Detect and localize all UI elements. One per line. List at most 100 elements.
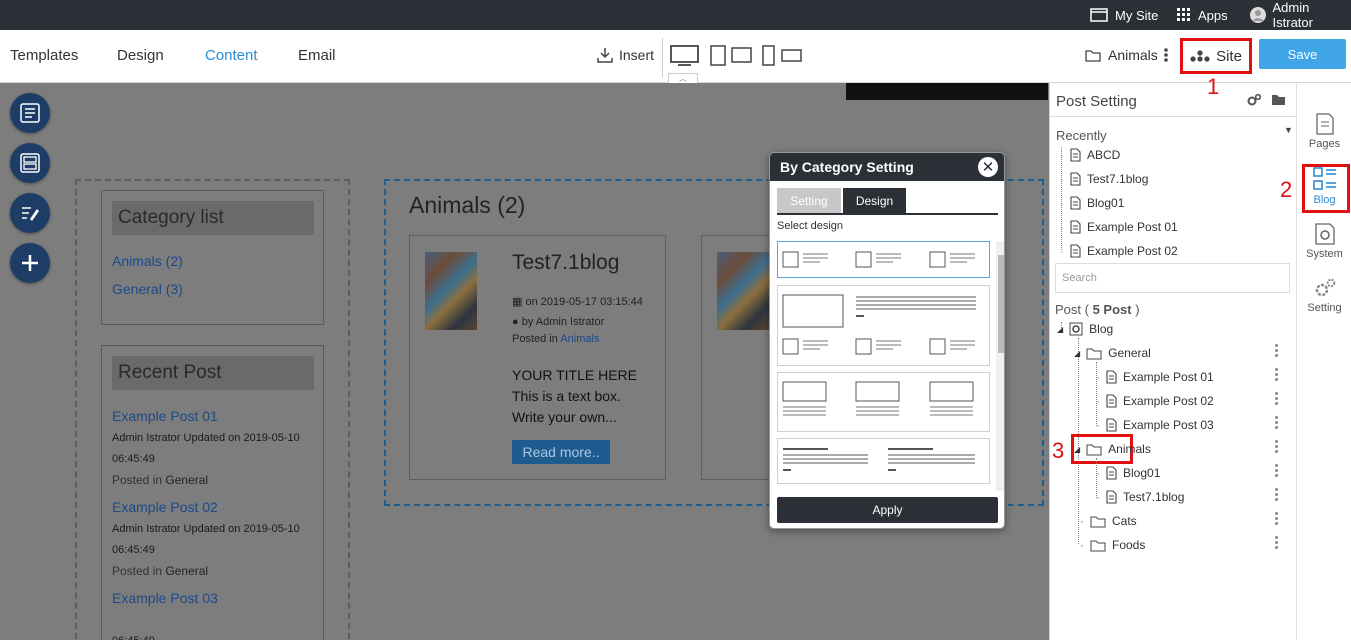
tree-label: Example Post 02: [1087, 244, 1178, 258]
tree-post-item[interactable]: · Test7.1blog: [1096, 488, 1184, 506]
rail-system[interactable]: System: [1297, 223, 1351, 260]
design-option-text-only[interactable]: [777, 438, 990, 484]
divider: [662, 38, 663, 78]
tree-post-item[interactable]: · Blog01: [1096, 464, 1160, 482]
tree-node-general[interactable]: ◢ General: [1074, 344, 1151, 362]
recent-post-link[interactable]: Example Post 01: [112, 408, 218, 424]
collapse-toggle-icon[interactable]: ◢: [1057, 325, 1063, 334]
tree-post-item[interactable]: · Example Post 02: [1060, 242, 1178, 260]
edit-content-button[interactable]: [10, 193, 50, 233]
post-category-link[interactable]: Animals: [560, 333, 599, 345]
document-icon: [1070, 220, 1081, 234]
tree-post-item[interactable]: · Blog01: [1060, 194, 1124, 212]
tree-post-item[interactable]: · Example Post 03: [1096, 416, 1214, 434]
tree-label: Example Post 02: [1123, 394, 1214, 408]
save-button[interactable]: Save: [1259, 39, 1346, 69]
tree-node-blog[interactable]: ◢ Blog: [1057, 320, 1113, 338]
category-link-animals[interactable]: Animals (2): [112, 253, 183, 269]
design-option-featured[interactable]: [777, 285, 990, 366]
tree-connector: ·: [1060, 148, 1064, 162]
current-category-crumb[interactable]: Animals: [1085, 47, 1158, 63]
folder-icon: [1086, 348, 1102, 359]
design-option-grid-3[interactable]: [777, 241, 990, 278]
list-icon: [20, 103, 40, 123]
insert-button[interactable]: Insert: [597, 47, 654, 63]
post-thumbnail[interactable]: [425, 252, 477, 330]
design-option-cards[interactable]: [777, 372, 990, 432]
row-menu-icon[interactable]: [1275, 416, 1279, 431]
category-list-widget[interactable]: Category list Animals (2) General (3): [101, 190, 324, 325]
read-more-button[interactable]: Read more..: [512, 440, 610, 464]
folder-open-icon[interactable]: [1271, 93, 1287, 107]
grid-icon: [1177, 8, 1190, 21]
recent-post-time: 06:45:49: [112, 631, 155, 640]
tab-templates[interactable]: Templates: [10, 30, 78, 83]
document-icon: [1070, 196, 1081, 210]
rail-setting[interactable]: Setting: [1297, 277, 1351, 314]
page-list-button[interactable]: [10, 93, 50, 133]
search-input[interactable]: Search: [1055, 263, 1290, 293]
category-link-general[interactable]: General (3): [112, 281, 183, 297]
site-button[interactable]: Site: [1180, 38, 1252, 74]
tree-post-item[interactable]: · Example Post 01: [1096, 368, 1214, 386]
layout-button[interactable]: [10, 143, 50, 183]
tree-connector: ·: [1060, 220, 1064, 234]
tablet-view-icon[interactable]: [710, 45, 754, 67]
post-thumbnail[interactable]: [717, 252, 769, 330]
add-section-button[interactable]: [10, 243, 50, 283]
tree-label: General: [1108, 346, 1151, 360]
my-site-link[interactable]: My Site: [1090, 0, 1158, 30]
recent-post-link[interactable]: Example Post 03: [112, 590, 218, 606]
desktop-view-icon[interactable]: [670, 45, 700, 67]
user-menu[interactable]: Admin Istrator: [1250, 0, 1351, 30]
mobile-view-icon[interactable]: [762, 45, 804, 67]
apps-link[interactable]: Apps: [1177, 0, 1228, 30]
dialog-title: By Category Setting: [780, 159, 914, 175]
row-menu-icon[interactable]: [1275, 440, 1279, 455]
post-title[interactable]: Test7.1blog: [512, 251, 619, 275]
rail-pages[interactable]: Pages: [1297, 113, 1351, 150]
blog-highlight: [1302, 164, 1350, 213]
tree-label: Blog01: [1123, 466, 1161, 480]
tab-design[interactable]: Design: [117, 30, 164, 83]
row-menu-icon[interactable]: [1275, 512, 1279, 527]
row-menu-icon[interactable]: [1275, 368, 1279, 383]
document-icon: [1106, 370, 1117, 384]
tree-node-cats[interactable]: · Cats: [1080, 512, 1137, 530]
settings-gears-icon[interactable]: [1246, 93, 1262, 107]
system-icon: [1314, 223, 1335, 245]
collapse-toggle-icon[interactable]: ◢: [1074, 445, 1080, 454]
annotation-number: 3: [1052, 438, 1065, 463]
document-icon: [1070, 172, 1081, 186]
annotation-number: 2: [1280, 177, 1293, 202]
close-icon[interactable]: ✕: [978, 157, 998, 177]
tab-setting[interactable]: Setting: [777, 188, 841, 213]
recent-post-link[interactable]: Example Post 02: [112, 499, 218, 515]
scrollbar-thumb[interactable]: [998, 255, 1004, 353]
collapse-toggle-icon[interactable]: ◢: [1074, 349, 1080, 358]
tree-node-foods[interactable]: · Foods: [1080, 536, 1145, 554]
design-list-scrollbar[interactable]: [996, 241, 1004, 491]
tree-post-item[interactable]: · Test7.1blog: [1060, 170, 1148, 188]
tab-content[interactable]: Content: [205, 30, 258, 83]
tree-post-item[interactable]: · Example Post 01: [1060, 218, 1178, 236]
tab-design[interactable]: Design: [843, 188, 906, 213]
by-category-setting-dialog[interactable]: By Category Setting ✕ Setting Design Sel…: [769, 152, 1005, 529]
tree-post-item[interactable]: · Example Post 02: [1096, 392, 1214, 410]
document-icon: [1070, 244, 1081, 258]
collapse-toolbar-toggle[interactable]: ︿: [668, 73, 698, 83]
tab-email[interactable]: Email: [298, 30, 336, 83]
row-menu-icon[interactable]: [1275, 536, 1279, 551]
row-menu-icon[interactable]: [1275, 488, 1279, 503]
recent-post-widget[interactable]: Recent Post Example Post 01 Admin Istrat…: [101, 345, 324, 640]
row-menu-icon[interactable]: [1275, 464, 1279, 479]
row-menu-icon[interactable]: [1275, 344, 1279, 359]
chevron-down-icon[interactable]: ▼: [1284, 125, 1293, 135]
tree-node-animals[interactable]: ◢ Animals: [1074, 440, 1151, 458]
tree-connector: ·: [1080, 514, 1084, 528]
recent-post-category: Posted in General: [112, 473, 209, 487]
apply-button[interactable]: Apply: [777, 497, 998, 523]
tree-post-item[interactable]: · ABCD: [1060, 146, 1120, 164]
row-menu-icon[interactable]: [1275, 392, 1279, 407]
more-vertical-icon[interactable]: [1163, 47, 1169, 68]
